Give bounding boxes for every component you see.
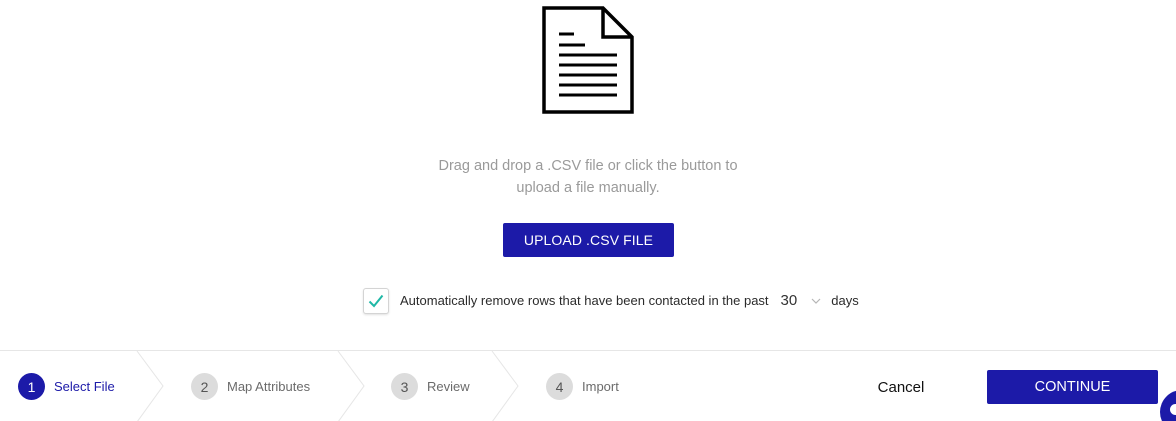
step-number: 1 xyxy=(18,373,45,400)
cancel-button[interactable]: Cancel xyxy=(866,373,936,401)
dropzone-text-line2: upload a file manually. xyxy=(516,180,660,196)
chevron-down-icon xyxy=(811,298,821,304)
step-number: 4 xyxy=(546,373,573,400)
continue-button[interactable]: CONTINUE xyxy=(987,370,1158,404)
step-number: 3 xyxy=(391,373,418,400)
upload-csv-button[interactable]: UPLOAD .CSV FILE xyxy=(503,223,674,257)
step-map-attributes[interactable]: 2 Map Attributes xyxy=(191,373,310,400)
step-label: Select File xyxy=(54,379,115,394)
dropzone-text-line1: Drag and drop a .CSV file or click the b… xyxy=(438,158,738,174)
days-select[interactable]: 30 xyxy=(781,292,822,309)
step-label: Import xyxy=(582,379,619,394)
auto-remove-label: Automatically remove rows that have been… xyxy=(400,293,769,308)
dropzone-instructions: Drag and drop a .CSV file or click the b… xyxy=(388,155,788,199)
step-label: Review xyxy=(427,379,470,394)
days-suffix: days xyxy=(831,293,859,308)
days-select-value: 30 xyxy=(780,292,798,309)
step-number: 2 xyxy=(191,373,218,400)
auto-remove-checkbox[interactable] xyxy=(363,287,389,314)
checkmark-icon xyxy=(368,294,384,307)
step-select-file[interactable]: 1 Select File xyxy=(18,373,115,400)
step-label: Map Attributes xyxy=(227,379,311,394)
step-import[interactable]: 4 Import xyxy=(546,373,619,400)
step-review[interactable]: 3 Review xyxy=(391,373,470,400)
document-icon xyxy=(542,6,634,114)
csv-import-page: Drag and drop a .CSV file or click the b… xyxy=(0,0,1176,421)
wizard-footer: 1 Select File 2 Map Attributes 3 Review … xyxy=(0,350,1176,421)
auto-remove-option: Automatically remove rows that have been… xyxy=(363,287,859,314)
